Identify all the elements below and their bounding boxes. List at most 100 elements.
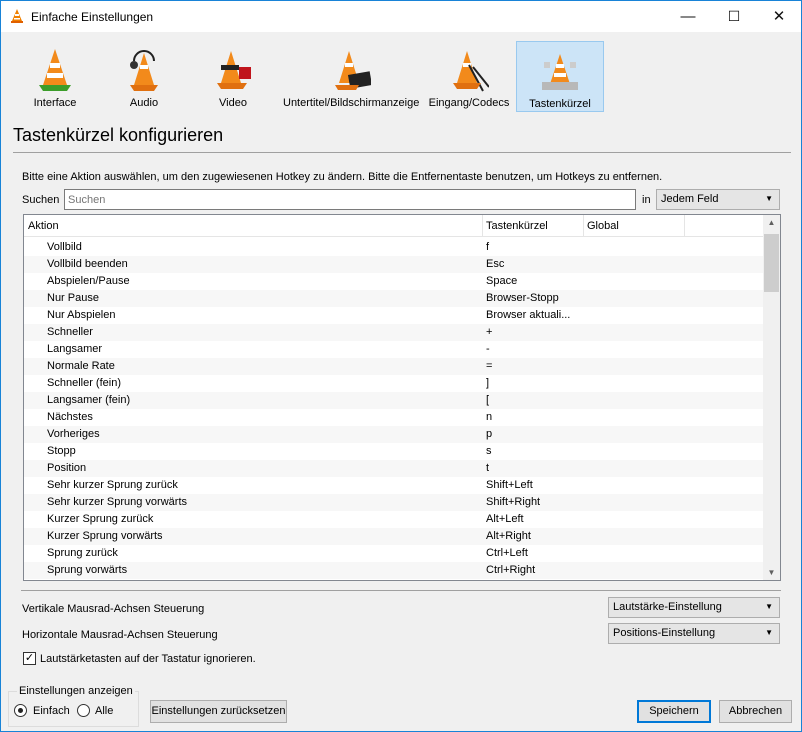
instructions-text: Bitte eine Aktion auswählen, um den zuge… — [22, 171, 663, 183]
category-subtitles[interactable]: Untertitel/Bildschirmanzeige — [283, 41, 419, 112]
show-settings-label: Einstellungen anzeigen — [17, 685, 135, 697]
minimize-button[interactable]: — — [665, 1, 711, 32]
column-header-global[interactable]: Global — [583, 220, 619, 232]
table-row[interactable]: Position t — [24, 460, 764, 477]
hotkey-cell: + — [486, 326, 493, 338]
category-label: Tastenkürzel — [529, 98, 591, 110]
action-cell: Vollbild beenden — [47, 258, 128, 270]
search-field-value: Jedem Feld — [661, 193, 719, 205]
ignore-volume-keys-label[interactable]: Lautstärketasten auf der Tastatur ignori… — [40, 653, 256, 665]
table-row[interactable]: Schneller (fein)] — [24, 375, 764, 392]
scroll-down-icon[interactable]: ▼ — [763, 568, 780, 577]
table-row[interactable]: Abspielen/Pause Space — [24, 273, 764, 290]
action-cell: Schneller (fein) — [47, 377, 121, 389]
action-cell: Normale Rate — [47, 360, 115, 372]
category-video[interactable]: Video — [191, 41, 275, 112]
category-label: Interface — [33, 97, 77, 109]
hotkey-cell: Ctrl+Left — [486, 547, 528, 559]
vertical-wheel-select[interactable]: Lautstärke-Einstellung ▼ — [608, 597, 780, 618]
scrollbar-thumb[interactable] — [764, 234, 779, 292]
table-row[interactable]: Sprung vorwärts Ctrl+Right — [24, 562, 764, 579]
table-row[interactable]: Langsamer - — [24, 341, 764, 358]
radio-all-label[interactable]: Alle — [95, 705, 113, 717]
action-cell: Sprung vorwärts — [47, 564, 128, 576]
input-codecs-cone-icon — [453, 51, 489, 92]
table-row[interactable]: Nächstes n — [24, 409, 764, 426]
action-cell: Nächstes — [47, 411, 93, 423]
radio-simple[interactable] — [14, 704, 27, 717]
interface-cone-icon — [39, 49, 71, 91]
category-label: Video — [219, 97, 247, 109]
hotkey-cell: Esc — [486, 258, 505, 270]
title-bar: Einfache Einstellungen — ☐ ✕ — [1, 1, 801, 32]
hotkey-cell: Space — [486, 275, 518, 287]
category-hotkeys[interactable]: Tastenkürzel — [516, 41, 604, 112]
hotkey-cell: n — [486, 411, 493, 423]
action-cell: Position — [47, 462, 87, 474]
category-interface[interactable]: Interface — [15, 41, 95, 112]
category-label: Untertitel/Bildschirmanzeige — [283, 97, 420, 109]
table-row[interactable]: Nur Abspielen Browser aktuali... — [24, 307, 764, 324]
table-row[interactable]: Kurzer Sprung zurück Alt+Left — [24, 511, 764, 528]
table-row[interactable]: Sprung zurück Ctrl+Left — [24, 545, 764, 562]
search-input[interactable] — [64, 189, 636, 210]
table-row[interactable]: Vollbild f — [24, 239, 764, 256]
table-row[interactable]: Vollbild beenden Esc — [24, 256, 764, 273]
table-row[interactable]: Nur Pause Browser-Stopp — [24, 290, 764, 307]
page-title: Tastenkürzel konfigurieren — [13, 125, 224, 145]
table-row[interactable]: Langsamer (fein) [ — [24, 392, 764, 409]
checkmark-icon: ✓ — [24, 652, 35, 664]
action-cell: Langsamer (fein) — [47, 394, 131, 406]
table-row[interactable]: Normale Rate = — [24, 358, 764, 375]
table-row[interactable]: Sehr kurzer Sprung vorwärts Shift+Right — [24, 494, 764, 511]
action-cell: Sprung zurück — [47, 547, 118, 559]
audio-cone-icon — [130, 50, 158, 91]
table-row[interactable]: Schneller + — [24, 324, 764, 341]
window-title: Einfache Einstellungen — [31, 10, 154, 24]
hotkey-cell: Browser aktuali... — [486, 309, 571, 321]
hotkey-cell: - — [486, 343, 490, 355]
hotkey-cell: Ctrl+Right — [486, 564, 536, 576]
divider — [21, 590, 781, 591]
category-input-codecs[interactable]: Eingang/Codecs — [427, 41, 511, 112]
category-audio[interactable]: Audio — [103, 41, 185, 112]
reset-settings-button[interactable]: Einstellungen zurücksetzen — [150, 700, 287, 723]
vertical-wheel-value: Lautstärke-Einstellung — [613, 601, 722, 613]
table-scrollbar[interactable]: ▲ ▼ — [763, 215, 780, 580]
column-header-hotkey[interactable]: Tastenkürzel — [482, 220, 548, 232]
hotkey-cell: = — [486, 360, 493, 372]
column-divider[interactable] — [684, 215, 685, 237]
maximize-button[interactable]: ☐ — [711, 1, 757, 32]
hotkey-cell: [ — [486, 394, 490, 406]
horizontal-wheel-select[interactable]: Positions-Einstellung ▼ — [608, 623, 780, 644]
hotkey-cell: Alt+Left — [486, 513, 524, 525]
table-row[interactable]: Sehr kurzer Sprung zurück Shift+Left — [24, 477, 764, 494]
column-header-action[interactable]: Aktion — [24, 220, 59, 232]
video-cone-icon — [217, 51, 251, 89]
table-body: Vollbild f Vollbild beenden Esc Abspielen/Pa… — [24, 239, 764, 579]
cancel-button[interactable]: Abbrechen — [719, 700, 792, 723]
hotkey-cell: ] — [486, 377, 490, 389]
search-label: Suchen — [22, 194, 60, 206]
radio-simple-label[interactable]: Einfach — [33, 705, 70, 717]
table-row[interactable]: Vorheriges p — [24, 426, 764, 443]
close-button[interactable]: ✕ — [756, 1, 802, 32]
save-button[interactable]: Speichern — [637, 700, 711, 723]
action-cell: Vorheriges — [47, 428, 100, 440]
action-cell: Kurzer Sprung vorwärts — [47, 530, 163, 542]
search-field-select[interactable]: Jedem Feld ▼ — [656, 189, 780, 210]
action-cell: Sehr kurzer Sprung vorwärts — [47, 496, 187, 508]
scroll-up-icon[interactable]: ▲ — [763, 218, 780, 227]
search-in-label: in — [642, 194, 651, 206]
action-cell: Nur Pause — [47, 292, 99, 304]
ignore-volume-keys-checkbox[interactable]: ✓ — [23, 652, 36, 665]
hotkey-cell: f — [486, 241, 490, 253]
radio-all[interactable] — [77, 704, 90, 717]
table-row[interactable]: Stopp s — [24, 443, 764, 460]
preferences-window: Einfache Einstellungen — ☐ ✕ Interface A… — [0, 0, 802, 732]
vlc-icon — [11, 9, 23, 23]
hotkey-cell: t — [486, 462, 490, 474]
table-row[interactable]: Kurzer Sprung vorwärts Alt+Right — [24, 528, 764, 545]
action-cell: Nur Abspielen — [47, 309, 116, 321]
table-header: Aktion Tastenkürzel Global — [24, 215, 764, 237]
